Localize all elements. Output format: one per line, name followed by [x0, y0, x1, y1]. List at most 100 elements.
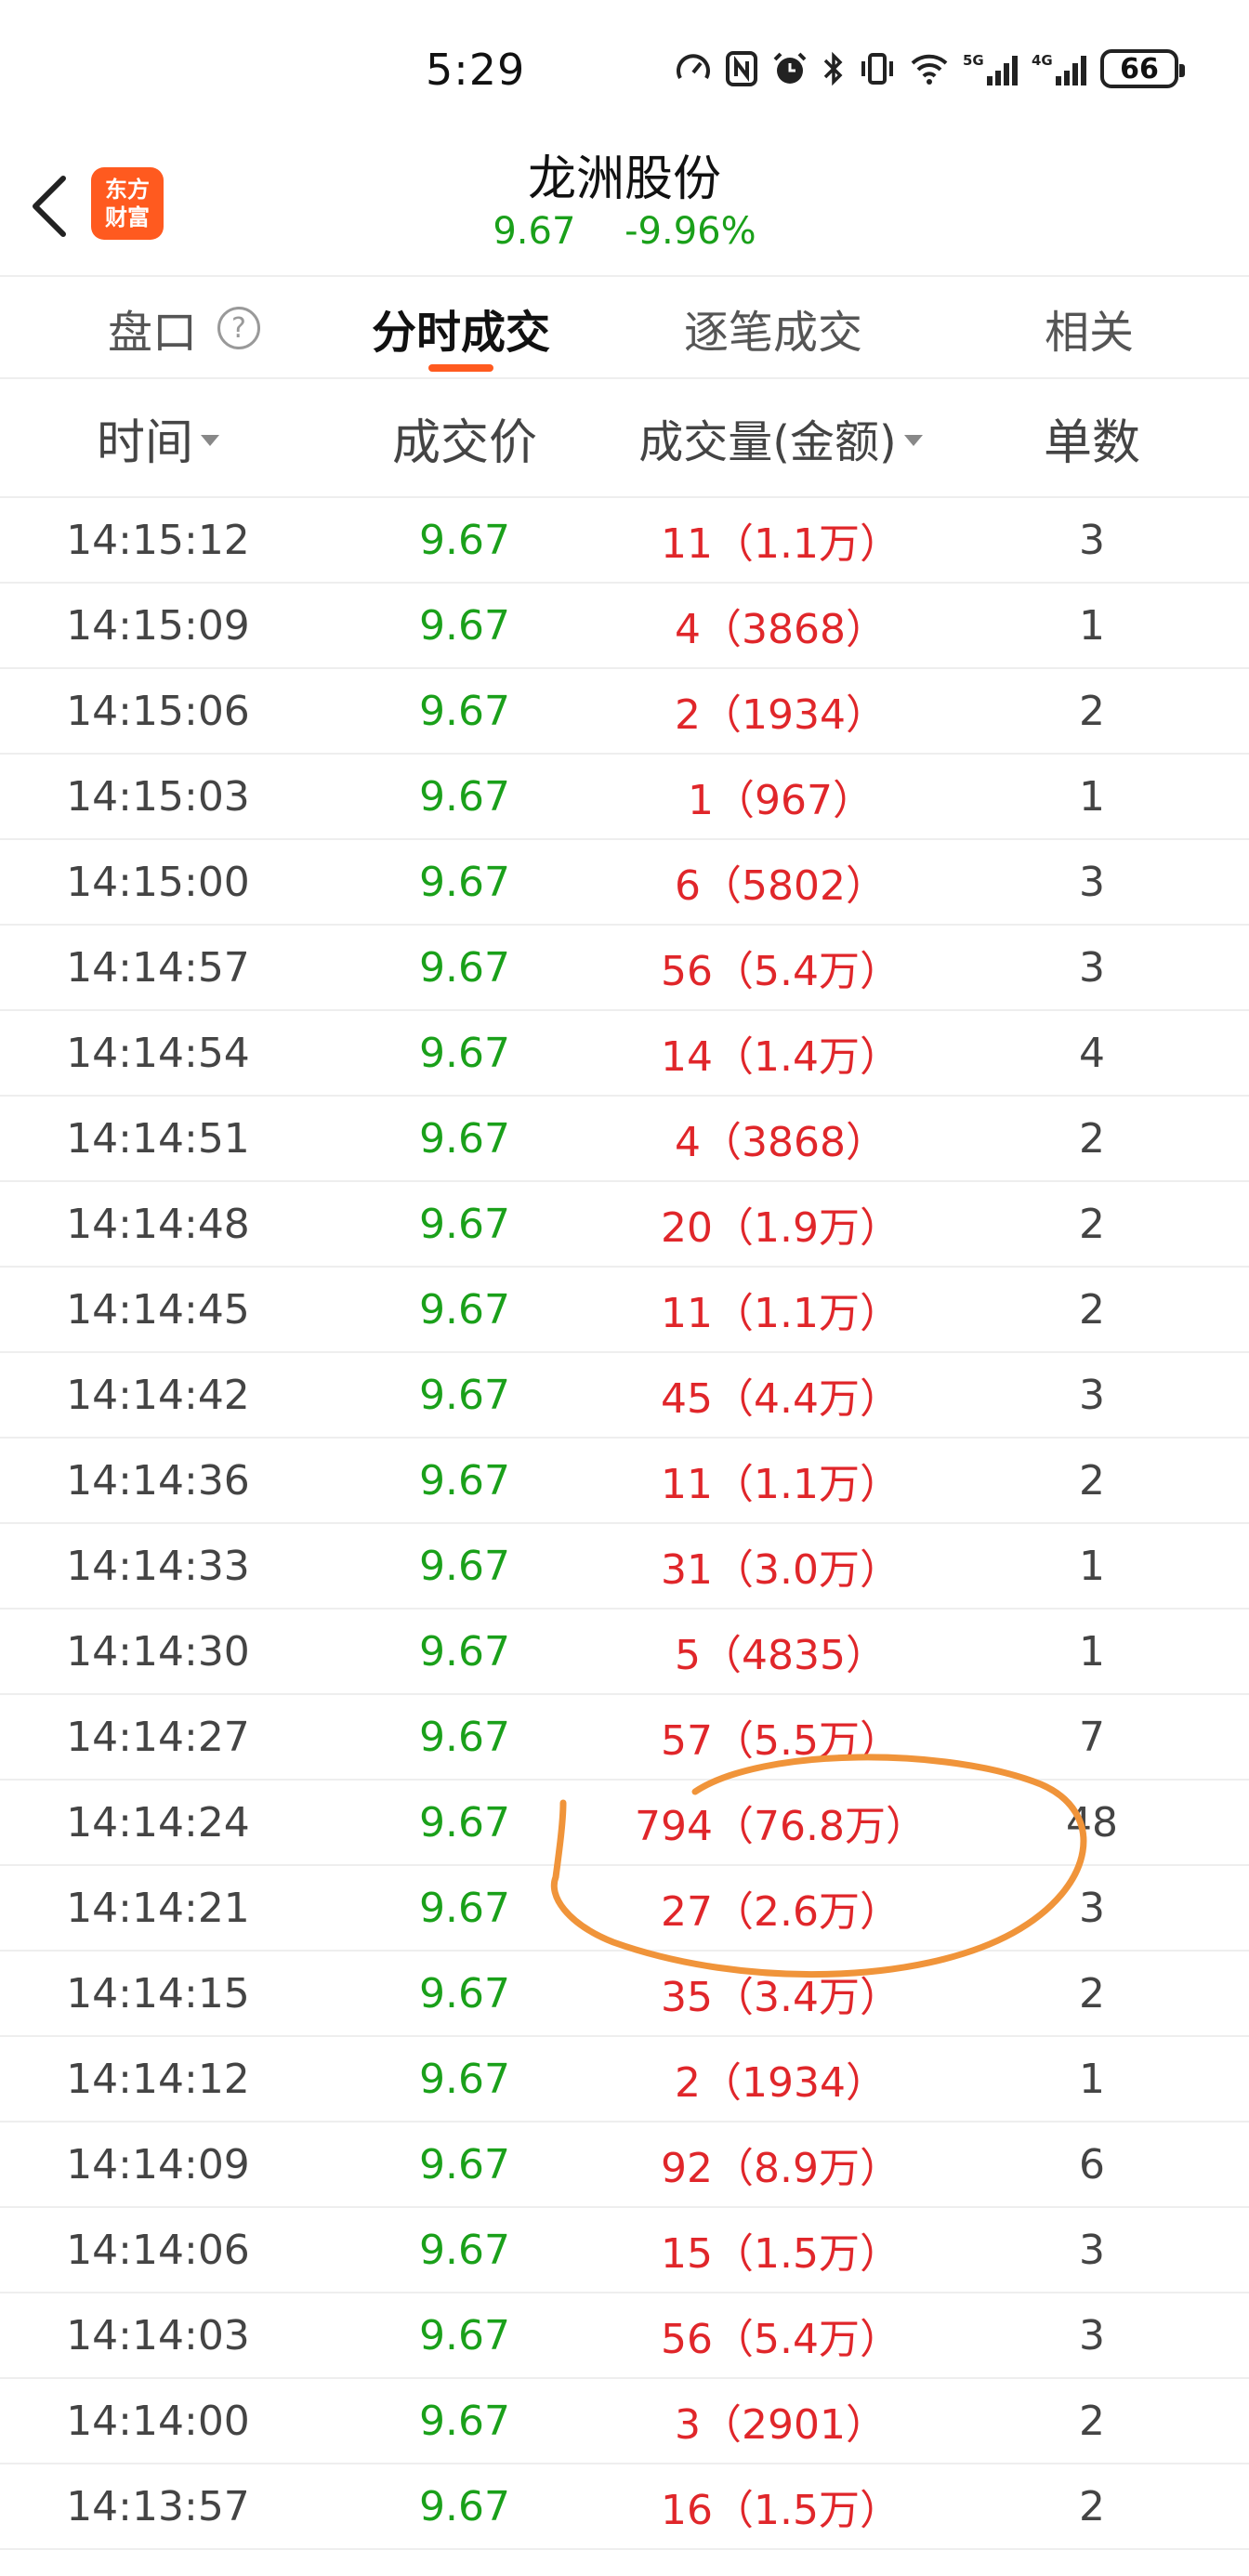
table-row[interactable]: 14:14:03 9.67 56（5.4万） 3 — [0, 2293, 1249, 2379]
row-count: 4 — [1079, 1029, 1105, 1077]
row-count: 3 — [1079, 943, 1105, 992]
row-time: 14:14:27 — [66, 1713, 250, 1761]
row-volume: 3（2901） — [675, 2401, 887, 2449]
table-row[interactable]: 14:14:42 9.67 45（4.4万） 3 — [0, 1353, 1249, 1439]
stock-name: 龙洲股份 — [527, 151, 721, 207]
col-volume-label: 成交量(金额) — [638, 416, 897, 468]
row-time: 14:14:33 — [66, 1542, 250, 1590]
row-count: 1 — [1079, 2055, 1105, 2103]
table-row[interactable]: 14:15:00 9.67 6（5802） 3 — [0, 840, 1249, 926]
table-row[interactable]: 14:14:27 9.67 57（5.5万） 7 — [0, 1695, 1249, 1781]
row-count: 7 — [1079, 1713, 1105, 1761]
row-volume: 5（4835） — [675, 1632, 887, 1679]
row-volume: 6（5802） — [675, 862, 887, 910]
table-row[interactable]: 14:15:12 9.67 11（1.1万） 3 — [0, 498, 1249, 584]
table-row[interactable]: 14:14:48 9.67 20（1.9万） 2 — [0, 1182, 1249, 1268]
trade-list[interactable]: 14:15:12 9.67 11（1.1万） 3 14:15:09 9.67 4（3868）… — [0, 498, 1249, 2550]
row-price: 9.67 — [419, 1456, 510, 1505]
row-volume: 4（3868） — [675, 1119, 887, 1166]
row-count: 2 — [1079, 2397, 1105, 2445]
table-row[interactable]: 14:14:57 9.67 56（5.4万） 3 — [0, 926, 1249, 1011]
table-row[interactable]: 14:14:51 9.67 4（3868） 2 — [0, 1097, 1249, 1182]
dropdown-caret-icon — [903, 435, 923, 446]
col-time-header[interactable]: 时间 — [28, 379, 288, 496]
row-price: 9.67 — [419, 1627, 510, 1676]
row-volume: 11（1.1万） — [661, 1290, 901, 1337]
row-volume: 20（1.9万） — [661, 1204, 901, 1252]
row-time: 14:14:30 — [66, 1627, 250, 1676]
table-row[interactable]: 14:14:12 9.67 2（1934） 1 — [0, 2037, 1249, 2123]
row-count: 2 — [1079, 2482, 1105, 2530]
help-icon[interactable]: ? — [217, 307, 261, 349]
row-volume: 56（5.4万） — [661, 2316, 901, 2363]
row-volume: 57（5.5万） — [661, 1717, 901, 1765]
row-time: 14:14:48 — [66, 1200, 250, 1248]
table-row[interactable]: 14:14:45 9.67 11（1.1万） 2 — [0, 1268, 1249, 1353]
row-time: 14:14:36 — [66, 1456, 250, 1505]
table-row[interactable]: 14:14:06 9.67 15（1.5万） 3 — [0, 2208, 1249, 2293]
row-volume: 56（5.4万） — [661, 948, 901, 995]
row-price: 9.67 — [419, 2140, 510, 2188]
tab-tick-trades[interactable]: 逐笔成交 — [684, 277, 862, 379]
table-row[interactable]: 14:14:33 9.67 31（3.0万） 1 — [0, 1524, 1249, 1610]
table-row[interactable]: 14:15:09 9.67 4（3868） 1 — [0, 584, 1249, 669]
net-4g-label: 4G — [1032, 52, 1053, 69]
row-time: 14:14:45 — [66, 1285, 250, 1334]
row-time: 14:13:57 — [66, 2482, 250, 2530]
row-price: 9.67 — [419, 1798, 510, 1847]
row-volume: 31（3.0万） — [661, 1546, 901, 1594]
stock-header: 东方 财富 龙洲股份 9.67 -9.96% — [0, 149, 1249, 275]
table-row[interactable]: 14:14:09 9.67 92（8.9万） 6 — [0, 2123, 1249, 2208]
signal-4g-icon: 4G — [1032, 48, 1087, 89]
row-price: 9.67 — [419, 1285, 510, 1334]
row-price: 9.67 — [419, 516, 510, 564]
row-volume: 45（4.4万） — [661, 1375, 901, 1423]
table-row[interactable]: 14:14:54 9.67 14（1.4万） 4 — [0, 1011, 1249, 1097]
table-row[interactable]: 14:15:03 9.67 1（967） 1 — [0, 755, 1249, 840]
status-time: 5:29 — [426, 45, 526, 95]
row-price: 9.67 — [419, 2055, 510, 2103]
table-row[interactable]: 14:13:57 9.67 16（1.5万） 2 — [0, 2464, 1249, 2550]
row-price: 9.67 — [419, 601, 510, 650]
tab-related[interactable]: 相关 — [1045, 277, 1134, 379]
row-count: 3 — [1079, 1884, 1105, 1932]
row-time: 14:15:00 — [66, 858, 250, 906]
row-time: 14:14:51 — [66, 1114, 250, 1163]
tab-time-trades-label: 分时成交 — [372, 307, 551, 359]
status-bar: 5:29 5G 4G 66 — [0, 0, 1249, 149]
tab-time-trades[interactable]: 分时成交 — [372, 277, 550, 379]
table-row[interactable]: 14:14:21 9.67 27（2.6万） 3 — [0, 1866, 1249, 1952]
row-time: 14:14:09 — [66, 2140, 250, 2188]
active-tab-indicator — [428, 364, 493, 372]
table-row[interactable]: 14:15:06 9.67 2（1934） 2 — [0, 669, 1249, 755]
row-time: 14:14:21 — [66, 1884, 250, 1932]
row-price: 9.67 — [419, 1029, 510, 1077]
status-icons: 5G 4G 66 — [675, 48, 1185, 89]
row-volume: 16（1.5万） — [661, 2487, 901, 2534]
row-count: 2 — [1079, 1969, 1105, 2017]
row-volume: 11（1.1万） — [661, 1461, 901, 1508]
row-count: 1 — [1079, 1627, 1105, 1676]
stock-change-pct: -9.96% — [624, 210, 756, 253]
row-time: 14:14:15 — [66, 1969, 250, 2017]
table-row[interactable]: 14:14:00 9.67 3（2901） 2 — [0, 2379, 1249, 2464]
table-row[interactable]: 14:14:36 9.67 11（1.1万） 2 — [0, 1439, 1249, 1524]
row-volume: 15（1.5万） — [661, 2230, 901, 2278]
table-row[interactable]: 14:14:24 9.67 794（76.8万） 48 — [0, 1781, 1249, 1866]
col-price-label: 成交价 — [391, 414, 537, 471]
row-count: 3 — [1079, 516, 1105, 564]
table-row[interactable]: 14:14:15 9.67 35（3.4万） 2 — [0, 1952, 1249, 2037]
tab-order-book[interactable]: 盘口 ? — [108, 277, 261, 379]
row-price: 9.67 — [419, 1713, 510, 1761]
row-volume: 92（8.9万） — [661, 2145, 901, 2192]
signal-5g-icon: 5G — [963, 48, 1019, 89]
col-volume-header[interactable]: 成交量(金额) — [595, 379, 966, 496]
tab-bar: 盘口 ? 分时成交 逐笔成交 相关 — [0, 275, 1249, 379]
tab-related-label: 相关 — [1045, 307, 1135, 359]
row-time: 14:14:24 — [66, 1798, 250, 1847]
row-count: 3 — [1079, 1371, 1105, 1419]
row-time: 14:15:12 — [66, 516, 250, 564]
row-count: 2 — [1079, 1285, 1105, 1334]
table-row[interactable]: 14:14:30 9.67 5（4835） 1 — [0, 1610, 1249, 1695]
bluetooth-icon — [822, 48, 846, 89]
